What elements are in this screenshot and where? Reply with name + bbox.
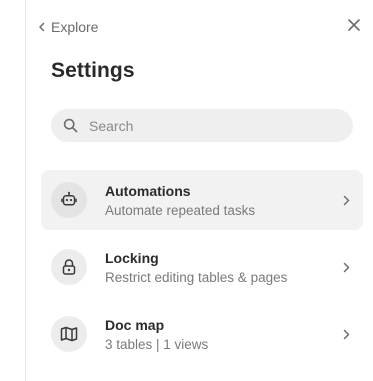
- settings-item-title: Automations: [105, 182, 191, 199]
- chevron-right-icon: [341, 328, 351, 340]
- close-icon: [347, 18, 361, 37]
- search-icon: [62, 118, 78, 134]
- chevron-left-icon: [38, 22, 46, 32]
- page-title: Settings: [51, 59, 135, 82]
- close-button[interactable]: [343, 16, 365, 38]
- settings-list: Automations Automate repeated tasks Lock…: [41, 170, 363, 371]
- search-input[interactable]: [89, 117, 309, 134]
- lock-icon: [51, 249, 87, 285]
- robot-icon: [51, 182, 87, 218]
- map-icon: [51, 316, 87, 352]
- settings-item-description: Automate repeated tasks: [105, 202, 256, 218]
- settings-item-title: Locking: [105, 249, 159, 266]
- back-link-label: Explore: [51, 19, 99, 35]
- settings-panel: Explore Settings Search Automations Auto…: [26, 0, 373, 381]
- settings-item-title: Doc map: [105, 316, 165, 333]
- settings-item-automations[interactable]: Automations Automate repeated tasks: [41, 170, 363, 230]
- back-to-explore-link[interactable]: Explore: [38, 17, 98, 37]
- settings-item-description: 3 tables | 1 views: [105, 336, 209, 352]
- chevron-right-icon: [341, 261, 351, 273]
- settings-item-locking[interactable]: Locking Restrict editing tables & pages: [41, 237, 363, 297]
- settings-item-doc-map[interactable]: Doc map 3 tables | 1 views: [41, 304, 363, 364]
- chevron-right-icon: [341, 194, 351, 206]
- search-box[interactable]: [51, 109, 353, 142]
- settings-item-description: Restrict editing tables & pages: [105, 269, 288, 285]
